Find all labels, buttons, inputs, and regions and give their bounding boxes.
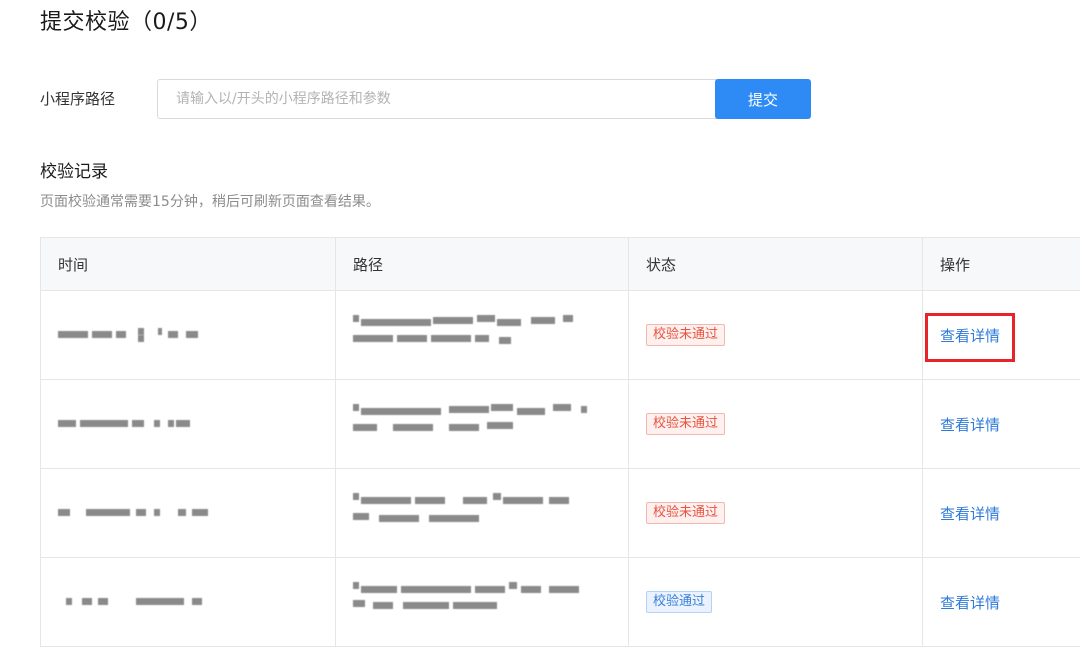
- path-input[interactable]: [157, 79, 726, 119]
- status-badge: 校验未通过: [646, 324, 725, 346]
- column-header-path: 路径: [336, 238, 629, 291]
- view-details-link[interactable]: 查看详情: [940, 592, 1000, 613]
- obscured-path: [353, 582, 593, 622]
- records-table: 时间 路径 状态 操作 校验未通过查看详情校验未通过查看详情校验未通过查看详情校…: [40, 237, 1080, 647]
- action-cell: 查看详情: [923, 469, 1080, 558]
- column-header-action: 操作: [923, 238, 1080, 291]
- table-header-row: 时间 路径 状态 操作: [41, 238, 1080, 291]
- status-badge: 校验未通过: [646, 502, 725, 524]
- time-cell: [41, 469, 336, 558]
- obscured-time: [58, 417, 218, 431]
- column-header-time: 时间: [41, 238, 336, 291]
- column-header-status: 状态: [629, 238, 923, 291]
- path-cell: [336, 380, 629, 469]
- obscured-time: [58, 595, 218, 609]
- obscured-path: [353, 404, 593, 444]
- records-title: 校验记录: [40, 160, 108, 184]
- status-cell: 校验未通过: [629, 469, 923, 558]
- table-row: 校验未通过 查看详情: [41, 291, 1080, 380]
- obscured-time: [58, 506, 218, 520]
- page-title: 提交校验（0/5）: [40, 8, 212, 38]
- view-details-link[interactable]: 查看详情: [940, 414, 1000, 435]
- records-description: 页面校验通常需要15分钟，稍后可刷新页面查看结果。: [40, 192, 380, 212]
- status-cell: 校验通过: [629, 558, 923, 647]
- path-cell: [336, 469, 629, 558]
- table-row: 校验未通过 查看详情: [41, 469, 1080, 558]
- time-cell: [41, 380, 336, 469]
- action-cell: 查看详情: [923, 291, 1080, 380]
- submit-button[interactable]: 提交: [715, 79, 811, 119]
- obscured-time: [58, 328, 218, 342]
- path-cell: [336, 558, 629, 647]
- time-cell: [41, 558, 336, 647]
- action-cell: 查看详情: [923, 380, 1080, 469]
- status-badge: 校验通过: [646, 591, 712, 613]
- path-label: 小程序路径: [40, 79, 115, 119]
- action-cell: 查看详情: [923, 558, 1080, 647]
- status-cell: 校验未通过: [629, 380, 923, 469]
- obscured-path: [353, 315, 593, 355]
- status-badge: 校验未通过: [646, 413, 725, 435]
- time-cell: [41, 291, 336, 380]
- status-cell: 校验未通过: [629, 291, 923, 380]
- table-row: 校验通过 查看详情: [41, 558, 1080, 647]
- table-row: 校验未通过 查看详情: [41, 380, 1080, 469]
- obscured-path: [353, 493, 593, 533]
- view-details-link[interactable]: 查看详情: [940, 325, 1000, 346]
- path-cell: [336, 291, 629, 380]
- view-details-link[interactable]: 查看详情: [940, 503, 1000, 524]
